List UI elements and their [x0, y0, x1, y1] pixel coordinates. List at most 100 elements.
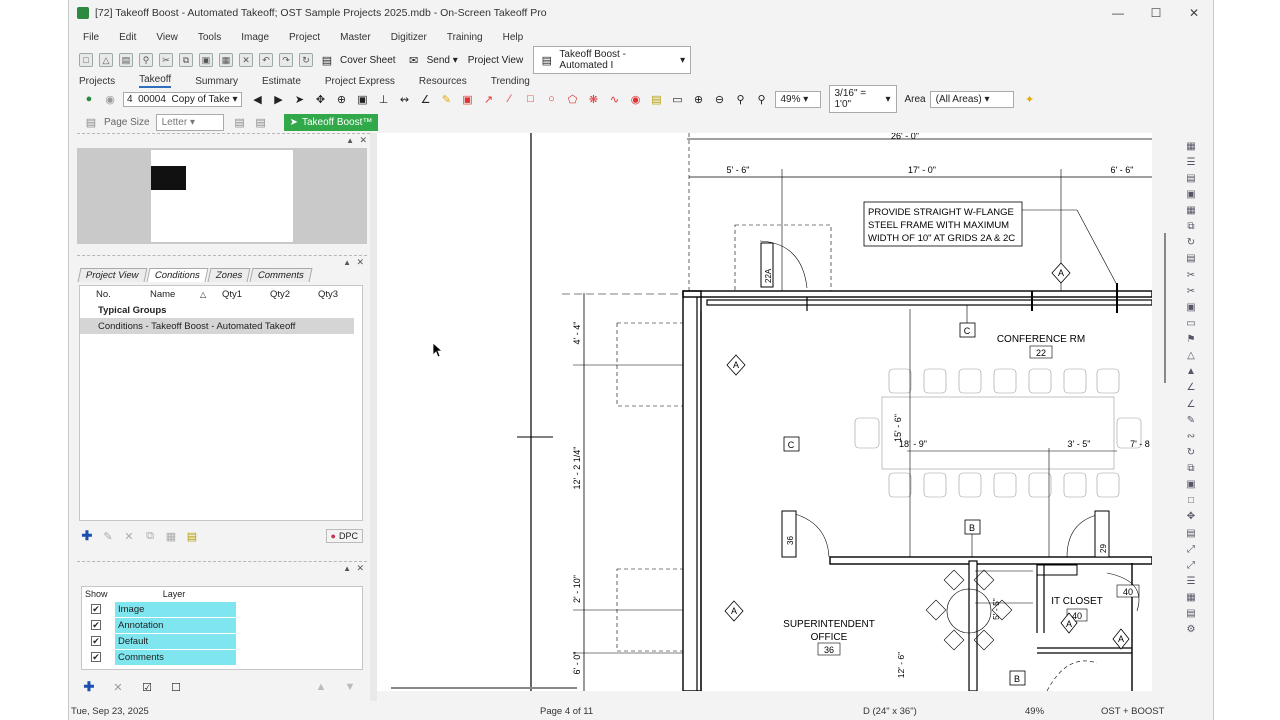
drawing-canvas[interactable]: 26' - 0" 5' - 6" 17' - 0" 6' - 6" PROVID…	[377, 133, 1152, 691]
cut-icon[interactable]: ✂	[159, 53, 173, 67]
zoom-fit-icon[interactable]: ⚲	[733, 91, 749, 107]
record-icon[interactable]: ◉	[628, 91, 644, 107]
menu-file[interactable]: File	[83, 32, 99, 43]
expand-icon[interactable]: ⤢	[1183, 543, 1199, 555]
scrollbar-thumb[interactable]	[1164, 233, 1166, 383]
refresh-icon[interactable]: ↻	[299, 53, 313, 67]
slope-icon[interactable]: ∠	[1183, 398, 1199, 410]
pan-icon[interactable]: ✥	[313, 91, 329, 107]
layer-color-icon[interactable]: ▤	[649, 91, 665, 107]
layer-name[interactable]: Default	[115, 633, 236, 649]
tab-project-express[interactable]: Project Express	[325, 76, 395, 88]
fold-icon[interactable]: ∾	[1183, 430, 1199, 442]
open-folder-icon[interactable]: △	[99, 53, 113, 67]
rotate-icon[interactable]: ↻	[1183, 446, 1199, 458]
menu-help[interactable]: Help	[503, 32, 524, 43]
layer-show-checkbox[interactable]: ✔	[91, 636, 101, 646]
tab-conditions[interactable]: Conditions	[146, 268, 209, 282]
next-page-icon[interactable]: ▶	[271, 91, 287, 107]
print-preview-icon[interactable]: ⚲	[139, 53, 153, 67]
delete-condition-icon[interactable]: ✕	[121, 528, 137, 544]
select-arrow-icon[interactable]: ➤	[292, 91, 308, 107]
layer-name[interactable]: Annotation	[115, 617, 236, 633]
layer-show-checkbox[interactable]: ✔	[91, 652, 101, 662]
measure-icon[interactable]: ⊥	[376, 91, 392, 107]
panel-icon[interactable]: ▭	[1183, 317, 1199, 329]
cloud-annotation-icon[interactable]: ❋	[586, 91, 602, 107]
ellipse-annotation-icon[interactable]: ○	[544, 91, 560, 107]
triangle-tool-icon[interactable]: △	[1183, 350, 1199, 362]
bookmark-icon[interactable]: ▤	[1183, 253, 1199, 265]
page-thumbnail[interactable]	[77, 148, 367, 244]
layer-name[interactable]: Comments	[115, 649, 236, 665]
previous-page-icon[interactable]: ◀	[250, 91, 266, 107]
folder-icon[interactable]: ▤	[184, 528, 200, 544]
menu-edit[interactable]: Edit	[119, 32, 136, 43]
calibrate-icon[interactable]: ↭	[397, 91, 413, 107]
print-icon[interactable]: ▤	[119, 53, 133, 67]
delete-icon[interactable]: ✕	[239, 53, 253, 67]
polygon-annotation-icon[interactable]: ⬠	[565, 91, 581, 107]
freehand-annotation-icon[interactable]: ∿	[607, 91, 623, 107]
paste-icon[interactable]: ▣	[199, 53, 213, 67]
stop-icon[interactable]: ◉	[102, 91, 118, 107]
zoom-percent-icon[interactable]: ⚲	[754, 91, 770, 107]
takeoff-boost-button[interactable]: ➤ Takeoff Boost™	[283, 113, 379, 131]
menu-digitizer[interactable]: Digitizer	[391, 32, 427, 43]
takeoff-boost-field[interactable]: ▤ Takeoff Boost - Automated I ▾	[533, 46, 692, 74]
panel-splitter[interactable]	[370, 133, 377, 701]
rectangle-annotation-icon[interactable]: □	[523, 91, 539, 107]
list-item[interactable]: Typical Groups	[80, 302, 362, 318]
crop-icon[interactable]: □	[1183, 495, 1199, 507]
ungroup-icon[interactable]: ▤	[1183, 608, 1199, 620]
vertical-scrollbar[interactable]	[1159, 133, 1171, 691]
send-button[interactable]: ✉ Send ▾	[406, 52, 458, 68]
col-qty2[interactable]: Qty2	[258, 289, 306, 300]
menu-training[interactable]: Training	[447, 32, 483, 43]
group-icon[interactable]: ▦	[1183, 592, 1199, 604]
paste-special-icon[interactable]: ▦	[219, 53, 233, 67]
tab-zones[interactable]: Zones	[207, 268, 251, 282]
page-selector[interactable]: 4 00004 Copy of Take ▾	[123, 91, 242, 107]
horizontal-scrollbar[interactable]	[377, 683, 1152, 693]
list-item-selected[interactable]: Conditions - Takeoff Boost - Automated T…	[80, 318, 354, 334]
layer-name[interactable]: Image	[115, 601, 236, 617]
tab-project-view[interactable]: Project View	[77, 268, 148, 282]
book-icon[interactable]: ▣	[1183, 301, 1199, 313]
menu-master[interactable]: Master	[340, 32, 371, 43]
layer-show-checkbox[interactable]: ✔	[91, 620, 101, 630]
layer-show-checkbox[interactable]: ✔	[91, 604, 101, 614]
tab-takeoff[interactable]: Takeoff	[139, 74, 172, 88]
scale-select[interactable]: 3/16" = 1'0" ▾	[828, 85, 897, 113]
project-view-button[interactable]: Project View	[468, 55, 523, 66]
condition-group-icon[interactable]: ▦	[163, 528, 179, 544]
image-icon[interactable]: ▤	[1183, 172, 1199, 184]
move-up-icon[interactable]: ▲	[313, 679, 329, 695]
move-down-icon[interactable]: ▼	[342, 679, 358, 695]
copy-icon[interactable]: ⧉	[179, 53, 193, 67]
zoom-in-toolbar-icon[interactable]: ⊕	[691, 91, 707, 107]
redo-icon[interactable]: ↷	[279, 53, 293, 67]
area-select[interactable]: (All Areas) ▾	[929, 90, 1014, 108]
close-icon[interactable]: ✕	[1175, 0, 1213, 26]
col-qty3[interactable]: Qty3	[306, 289, 354, 300]
fit-page-icon[interactable]: ▭	[670, 91, 686, 107]
close-pane-icon[interactable]: ✕	[359, 135, 367, 146]
tag-icon[interactable]: ⚑	[1183, 334, 1199, 346]
magic-wand-icon[interactable]: ✦	[1022, 91, 1038, 107]
maximize-icon[interactable]: ☐	[1137, 0, 1175, 26]
merge-icon[interactable]: ▣	[1183, 479, 1199, 491]
col-no[interactable]: No.	[80, 289, 130, 300]
add-layer-icon[interactable]: ✚	[81, 679, 97, 695]
pin-icon[interactable]: ▲	[343, 258, 351, 267]
pin-icon[interactable]: ▲	[343, 564, 351, 573]
menu-tools[interactable]: Tools	[198, 32, 221, 43]
tab-summary[interactable]: Summary	[195, 76, 238, 88]
add-condition-icon[interactable]: ✚	[79, 528, 95, 544]
scissors-icon[interactable]: ✂	[1183, 285, 1199, 297]
copy-condition-icon[interactable]: ⧉	[142, 528, 158, 544]
stack-icon[interactable]: ▤	[1183, 527, 1199, 539]
tab-projects[interactable]: Projects	[79, 76, 115, 88]
table-icon[interactable]: ▦	[1183, 205, 1199, 217]
menu-view[interactable]: View	[156, 32, 178, 43]
